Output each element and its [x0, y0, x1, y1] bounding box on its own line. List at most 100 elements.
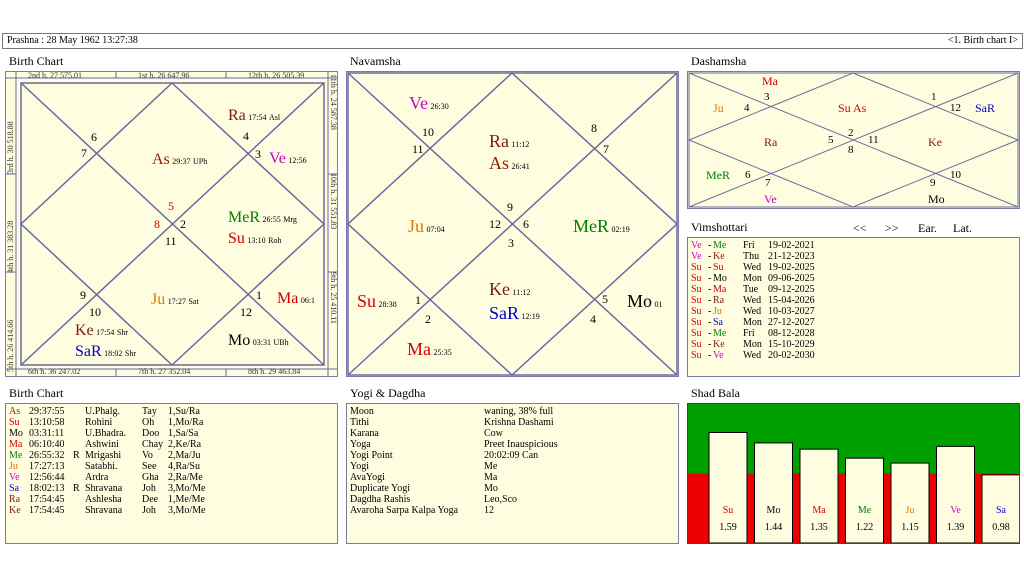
- planet-name: Ma: [407, 339, 431, 359]
- nakshatra: Rohini: [85, 417, 113, 428]
- yogi-row: Yogi Me: [350, 461, 558, 472]
- dasha-row[interactable]: Su - Ma Tue 09-12-2025: [691, 284, 815, 295]
- dasha-date: 19-02-2025: [768, 262, 815, 273]
- sign-number: 7: [603, 142, 609, 156]
- yogi-key: Karana: [350, 428, 379, 439]
- sign-number: 11: [868, 134, 879, 146]
- planet-su: Su 28:38: [357, 292, 397, 310]
- dasha-row[interactable]: Su - Ra Wed 15-04-2026: [691, 295, 815, 306]
- planet-degree: 18:02: [104, 349, 123, 358]
- planet-ra: Ra 11:12: [489, 132, 529, 150]
- later-button[interactable]: Lat.: [953, 221, 972, 235]
- prashna-bar: Prashna : 28 May 1962 13:27:38 <1. Birth…: [2, 33, 1023, 49]
- birth-table-panel[interactable]: As 29:37:55 U.Phalg. Tay 1,Su/Ra Su 13:10:58 Ro…: [5, 403, 338, 544]
- dasha-row[interactable]: Su - Ve Wed 20-02-2030: [691, 350, 815, 361]
- planet-degree: 26:41: [511, 162, 530, 171]
- cusp-10th: 10th h. 31 551.83: [329, 173, 338, 230]
- birth-table: As 29:37:55 U.Phalg. Tay 1,Su/Ra Su 13:10:58 Ro…: [9, 406, 206, 516]
- next-period-button[interactable]: >>: [885, 221, 899, 235]
- yogi-key: Dagdha Rashis: [350, 494, 411, 505]
- sign-number: 4: [243, 129, 249, 143]
- yogi-key: AvaYogi: [350, 472, 385, 483]
- dasha-day: Mon: [743, 317, 762, 328]
- bhukti-lord: Ju: [713, 306, 722, 317]
- planet-row: As 29:37:55 U.Phalg. Tay 1,Su/Ra: [9, 406, 206, 417]
- sign-number: 1: [256, 288, 262, 302]
- planet-degree: 29:37:55: [29, 406, 65, 417]
- sign-number: 7: [81, 146, 87, 160]
- yogi-row: Yogi Point 20:02:09 Can: [350, 450, 558, 461]
- planet-ke: Ke: [928, 135, 942, 149]
- dasha-row[interactable]: Su - Ke Mon 15-10-2029: [691, 339, 815, 350]
- planet-mo: Mo 01: [627, 292, 663, 310]
- cusp-12th: 12th h. 26 505.39: [248, 71, 305, 80]
- yogi-row: Moon waning, 38% full: [350, 406, 558, 417]
- navamsha-panel[interactable]: 10 11 8 7 9 12 6 3 1 2 5 4 Ve 26:30 Ra 1…: [346, 71, 679, 377]
- birth-table-title: Birth Chart: [9, 386, 64, 400]
- planet-degree: 11:12: [512, 288, 531, 297]
- dasha-row[interactable]: Su - Sa Mon 27-12-2027: [691, 317, 815, 328]
- planet-ra: Ra 17:54 Asl: [228, 108, 280, 124]
- yogi-panel[interactable]: Moon waning, 38% full Tithi Krishna Dashami…: [346, 403, 679, 544]
- bar-category-label: Ma: [812, 505, 826, 516]
- prev-period-button[interactable]: <<: [853, 221, 867, 235]
- dashamsha-panel[interactable]: 3 4 1 12 5 2 8 11 6 7 9 10 Ma Ju Su As S…: [687, 71, 1020, 209]
- cusp-6th: 6th h. 36 247.02: [28, 367, 81, 376]
- cusp-7th: 7th h. 27 352.04: [138, 367, 191, 376]
- dasha-day: Wed: [743, 262, 762, 273]
- planet-name: Ke: [489, 279, 510, 299]
- prashna-label: Prashna : 28 May 1962 13:27:38: [7, 35, 138, 46]
- bar-value-label: 0.98: [992, 522, 1010, 533]
- planet-name: As: [152, 151, 170, 168]
- chart-selector[interactable]: <1. Birth chart I>: [948, 34, 1018, 48]
- syllable: Joh: [142, 483, 156, 494]
- planet-name: Ju: [408, 216, 425, 236]
- sign-number: 10: [422, 125, 434, 139]
- sign-number-lagna: 5: [168, 199, 174, 213]
- dasha-row[interactable]: Su - Me Fri 08-12-2028: [691, 328, 815, 339]
- planet-ma: Ma 06:1: [277, 291, 315, 307]
- dasha-row[interactable]: Su - Ju Wed 10-03-2027: [691, 306, 815, 317]
- vimshottari-panel[interactable]: Ve - Me Fri 19-02-2021 Ve - Ke Thu 21-12-2023 Su - S…: [687, 237, 1020, 377]
- planet-name: MeR: [573, 216, 609, 236]
- dasha-lord: Su: [691, 328, 702, 339]
- sign-number: 4: [744, 102, 750, 114]
- bhukti-lord: Ma: [713, 284, 727, 295]
- dasha-lord: Su: [691, 262, 702, 273]
- planet-name: MeR: [228, 209, 260, 226]
- shad-bala-panel[interactable]: Su 1.59 Mo 1.44 Ma 1.35 Me 1.22 Ju 1.15 Ve 1.39 Sa 0.…: [687, 403, 1020, 544]
- bar-value-label: 1.44: [765, 522, 783, 533]
- dasha-day: Fri: [743, 328, 755, 339]
- syllable: Chay: [142, 439, 164, 450]
- dasha-date: 10-03-2027: [768, 306, 815, 317]
- sign-number: 6: [745, 169, 751, 181]
- planet-abbr: Su: [9, 417, 20, 428]
- bhukti-lord: Ke: [713, 339, 725, 350]
- birth-chart-panel[interactable]: 2nd h. 27 575.01 1st h. 26 647.96 12th h…: [5, 71, 338, 377]
- planet-degree: 25:35: [433, 348, 452, 357]
- dasha-row[interactable]: Ve - Me Fri 19-02-2021: [691, 240, 815, 251]
- dasha-row[interactable]: Ve - Ke Thu 21-12-2023: [691, 251, 815, 262]
- sign-number: 12: [489, 217, 501, 231]
- planet-name: Ve: [269, 150, 286, 167]
- planet-mo: Mo: [928, 192, 945, 206]
- dasha-row[interactable]: Su - Mo Mon 09-06-2025: [691, 273, 815, 284]
- earlier-button[interactable]: Ear.: [918, 221, 937, 235]
- planet-nakshatra: UBh: [273, 338, 289, 347]
- bhukti-lord: Su: [713, 262, 724, 273]
- dasha-day: Wed: [743, 295, 762, 306]
- dasha-day: Tue: [743, 284, 759, 295]
- yogi-key: Yogi: [350, 461, 369, 472]
- pada: 2,Ke/Ra: [168, 439, 202, 450]
- retrograde-flag: [73, 439, 85, 450]
- cusp-9th: 9th h. 25 410.11: [329, 272, 338, 324]
- pada: 2,Ma/Ju: [168, 450, 201, 461]
- planet-degree: 02:19: [611, 225, 630, 234]
- planet-degree: 17:54: [96, 328, 115, 337]
- planet-degree: 12:56:44: [29, 472, 65, 483]
- dasha-row[interactable]: Su - Su Wed 19-02-2025: [691, 262, 815, 273]
- yogi-key: Yogi Point: [350, 450, 393, 461]
- dasha-date: 19-02-2021: [768, 240, 815, 251]
- yogi-key: Yoga: [350, 439, 371, 450]
- yogi-value: Preet Inauspicious: [484, 439, 558, 450]
